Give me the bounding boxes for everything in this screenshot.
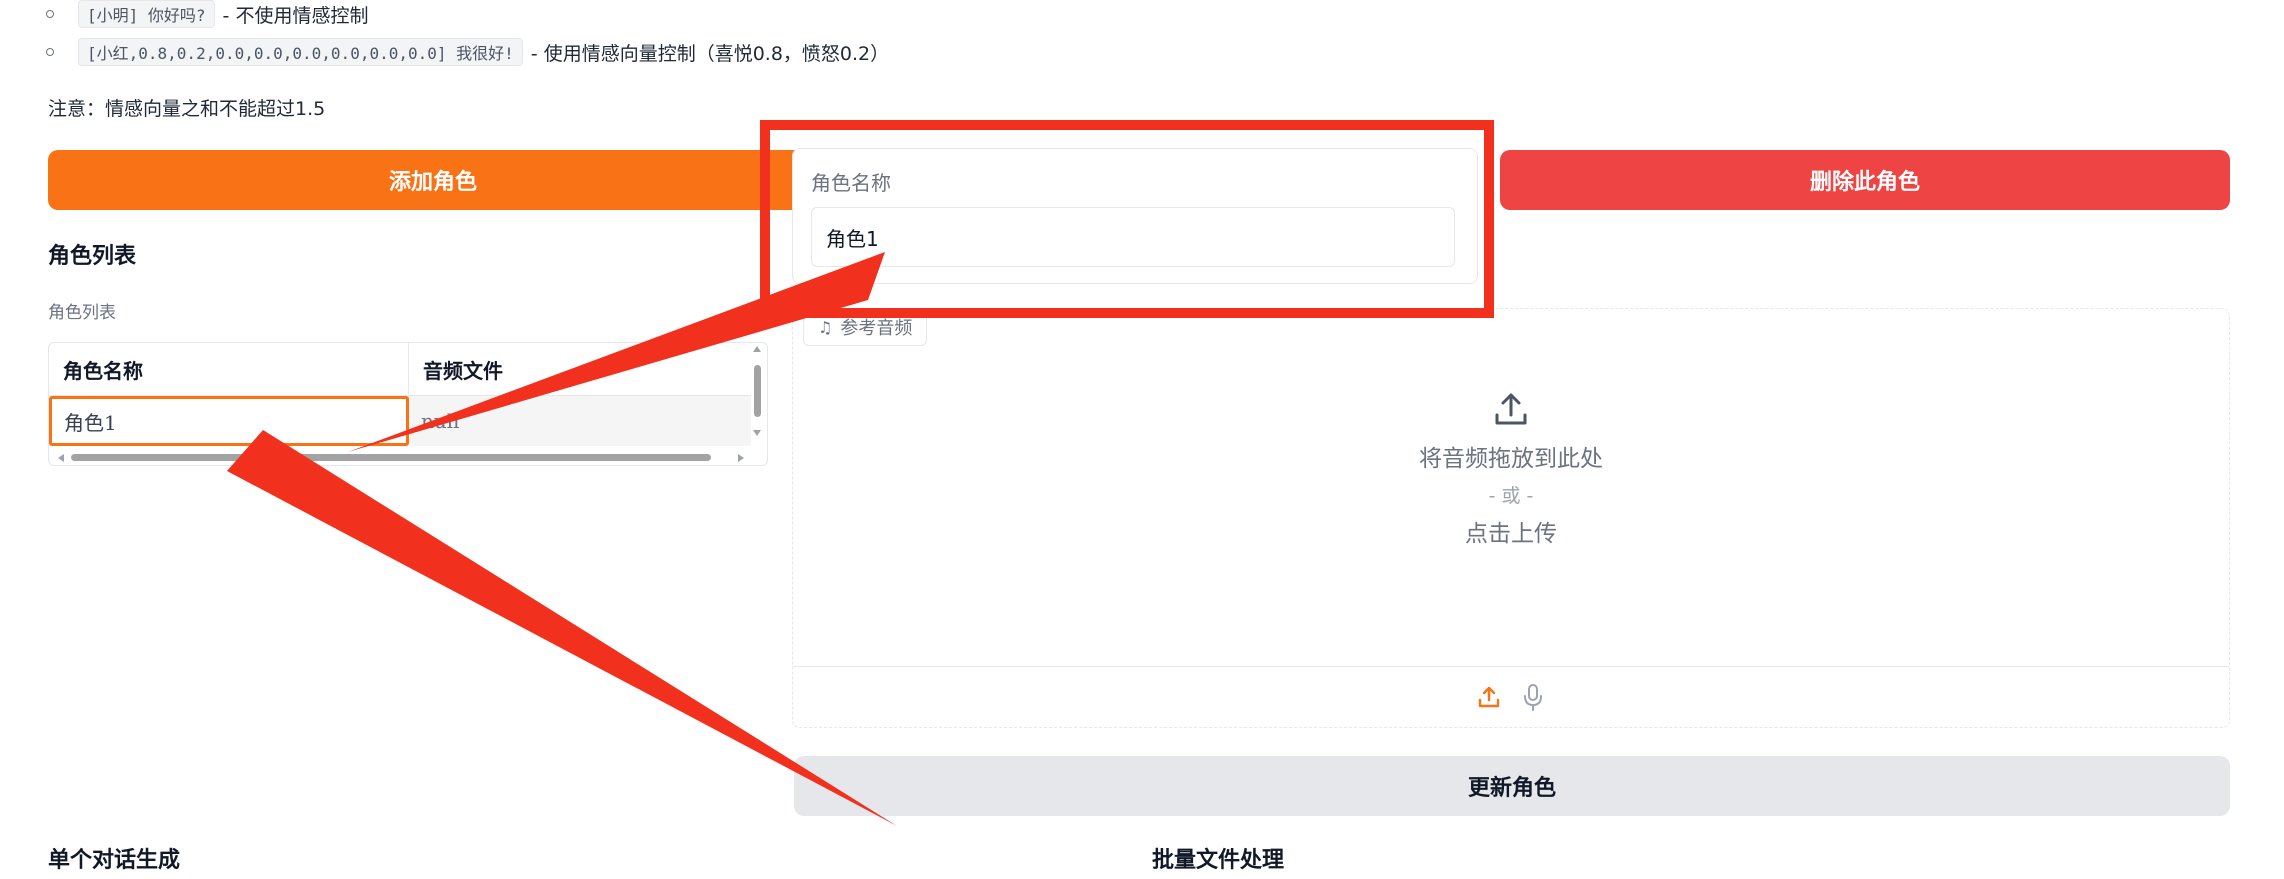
role-list-label: 角色列表 [48,303,116,323]
reference-audio-label: 参考音频 [840,318,913,339]
role-name-input[interactable] [811,207,1455,267]
example-desc: - 使用情感向量控制（喜悦0.8，愤怒0.2） [530,42,890,65]
table-row[interactable]: 角色1 null [49,396,751,446]
single-dialog-title: 单个对话生成 [48,848,181,873]
reference-audio-dropzone[interactable]: ♫ 参考音频 将音频拖放到此处 - 或 - 点击上传 [792,308,2230,728]
upload-source-icon[interactable] [1476,684,1502,710]
add-role-button[interactable]: 添加角色 [48,150,818,210]
microphone-icon[interactable] [1520,682,1546,712]
example-desc: - 不使用情感控制 [222,4,369,27]
upload-icon [1495,393,1527,425]
drop-text: 将音频拖放到此处 [1419,446,1603,472]
bullet-icon [46,10,54,18]
horizontal-scrollbar[interactable] [57,451,747,463]
example-item-1: [小明] 你好吗? - 不使用情感控制 [46,0,368,28]
update-role-button[interactable]: 更新角色 [794,756,2230,816]
column-header-audio-file[interactable]: 音频文件 [409,343,751,395]
audio-source-toolbar [793,666,2229,727]
or-text: - 或 - [1488,485,1534,507]
music-note-icon: ♫ [818,317,833,337]
note-text: 注意：情感向量之和不能超过1.5 [48,98,326,120]
scrollbar-thumb[interactable] [754,365,761,417]
example-item-2: [小红,0.8,0.2,0.0,0.0,0.0,0.0,0.0,0.0] 我很好… [46,38,889,66]
role-name-panel: 角色名称 [792,148,1478,284]
reference-audio-tag: ♫ 参考音频 [803,309,928,346]
table-cell-role-name[interactable]: 角色1 [49,396,409,446]
role-name-label: 角色名称 [811,171,891,195]
role-list-title: 角色列表 [48,244,137,269]
bullet-icon [46,48,54,56]
column-header-role-name[interactable]: 角色名称 [49,343,409,395]
click-upload-text[interactable]: 点击上传 [1465,514,1557,548]
table-header: 角色名称 音频文件 [49,343,751,396]
table-cell-audio-file[interactable]: null [409,396,751,446]
example-code: [小明] 你好吗? [78,0,215,28]
role-table: 角色名称 音频文件 角色1 null [48,342,768,466]
scroll-up-icon[interactable] [752,345,762,353]
scrollbar-thumb[interactable] [71,454,711,461]
scroll-right-icon[interactable] [737,453,745,463]
scroll-down-icon[interactable] [752,429,762,437]
example-code: [小红,0.8,0.2,0.0,0.0,0.0,0.0,0.0,0.0] 我很好… [78,38,523,66]
batch-process-title: 批量文件处理 [1152,848,1285,873]
scroll-left-icon[interactable] [57,453,65,463]
vertical-scrollbar[interactable] [751,345,763,457]
drop-area[interactable]: 将音频拖放到此处 - 或 - 点击上传 [793,389,2229,548]
delete-role-button[interactable]: 删除此角色 [1500,150,2230,210]
